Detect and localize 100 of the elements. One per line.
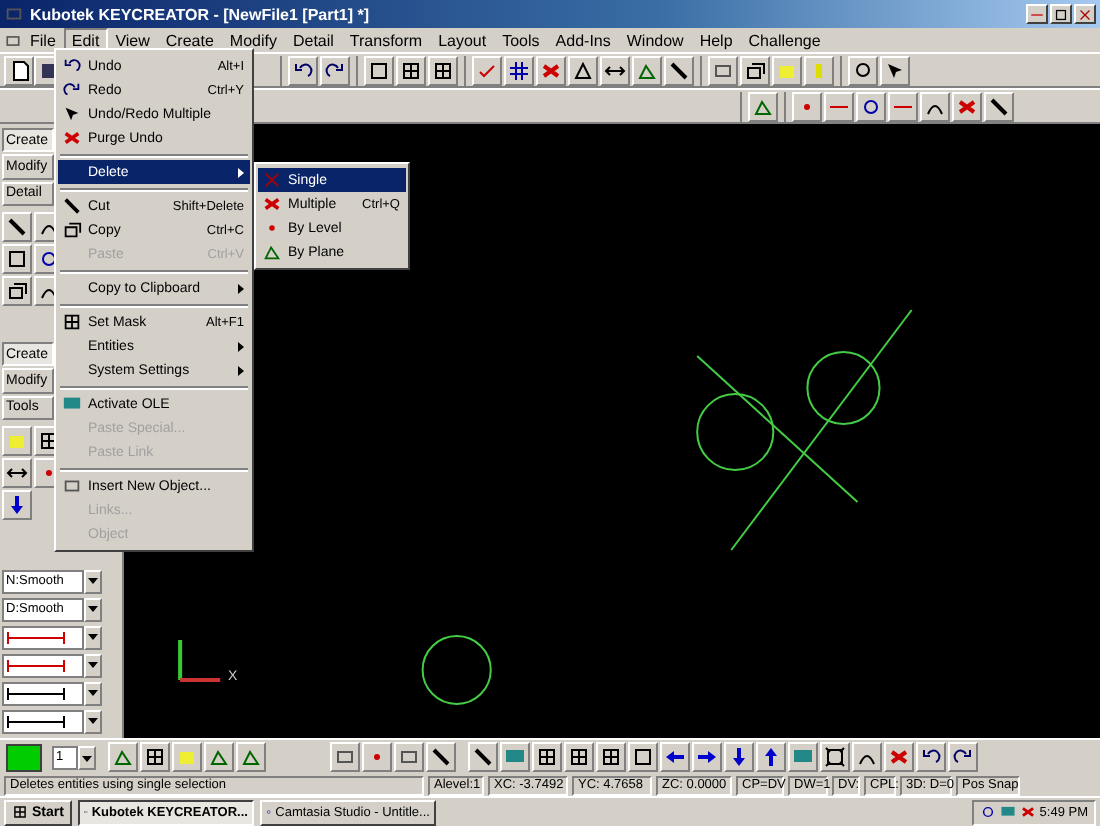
menu-item[interactable]: Add-Ins <box>547 27 619 53</box>
x-mark-icon <box>888 746 910 768</box>
tool-button[interactable] <box>426 742 456 772</box>
dropdown-button[interactable] <box>84 709 102 734</box>
tool-button[interactable] <box>756 742 786 772</box>
tool-button[interactable] <box>708 55 738 85</box>
line-shape[interactable] <box>730 309 913 551</box>
arrow-down-icon <box>6 493 28 516</box>
tool-button[interactable] <box>288 55 318 85</box>
tool-button[interactable] <box>204 742 234 772</box>
dropdown-button[interactable] <box>84 625 102 650</box>
shape-icon <box>636 59 658 81</box>
color-swatch[interactable] <box>6 743 42 771</box>
target-icon <box>860 95 882 117</box>
tool-button[interactable] <box>664 55 694 85</box>
arrow-down-icon <box>728 746 750 768</box>
tool-button[interactable] <box>692 742 722 772</box>
maximize-button[interactable] <box>1050 4 1072 24</box>
slash-icon <box>988 95 1010 117</box>
arrow-right-icon <box>696 746 718 768</box>
menu-item[interactable]: Layout <box>430 27 495 53</box>
menu-item[interactable]: Help <box>691 27 741 53</box>
tool-button[interactable] <box>628 742 658 772</box>
tool-button[interactable] <box>916 742 946 772</box>
menu-item[interactable]: Create <box>157 27 222 53</box>
tool-button[interactable] <box>396 55 426 85</box>
cross-icon <box>262 170 282 190</box>
tool-button[interactable] <box>468 742 498 772</box>
tool-button[interactable] <box>108 742 138 772</box>
hash-icon <box>508 59 530 81</box>
menu-item[interactable]: Modify <box>221 27 285 53</box>
tool-button[interactable] <box>4 55 34 85</box>
submenu-arrow-icon <box>238 167 244 177</box>
tool-button[interactable] <box>428 55 458 85</box>
menu-item[interactable]: View <box>107 27 158 53</box>
dropdown-button[interactable] <box>84 653 102 678</box>
menu-item[interactable]: Detail <box>284 27 342 53</box>
tool-button[interactable] <box>330 742 360 772</box>
dropdown-arrow-icon <box>88 578 98 585</box>
tool-button[interactable] <box>848 55 878 85</box>
circle-shape[interactable] <box>696 393 775 471</box>
tool-button[interactable] <box>504 55 534 85</box>
square-icon <box>6 247 28 270</box>
grid-icon <box>432 59 454 81</box>
tool-button[interactable] <box>532 742 562 772</box>
tool-button[interactable] <box>2 489 32 520</box>
tool-button[interactable] <box>856 91 886 121</box>
tool-button[interactable] <box>724 742 754 772</box>
tool-button[interactable] <box>748 91 778 121</box>
frame-icon <box>62 476 82 496</box>
menu-item[interactable]: Transform <box>341 27 431 53</box>
tool-button[interactable] <box>632 55 662 85</box>
line-shape[interactable] <box>696 355 859 503</box>
circle-shape[interactable] <box>806 351 881 425</box>
tool-button[interactable] <box>364 55 394 85</box>
menu-item[interactable]: Challenge <box>740 27 829 53</box>
tool-button[interactable] <box>596 742 626 772</box>
grid-icon <box>568 746 590 768</box>
dropdown-button[interactable] <box>84 569 102 594</box>
minimize-button[interactable] <box>1026 4 1048 24</box>
tool-button[interactable] <box>852 742 882 772</box>
submenu-arrow-icon <box>238 341 244 351</box>
menu-item[interactable]: File <box>22 27 64 53</box>
tool-button[interactable] <box>2 275 32 306</box>
dropdown-button[interactable] <box>78 746 96 770</box>
dropdown-arrow-icon <box>82 755 92 761</box>
tool-button[interactable] <box>660 742 690 772</box>
submenu-arrow-icon <box>238 365 244 375</box>
circle-shape[interactable] <box>421 635 492 705</box>
tool-button[interactable] <box>564 742 594 772</box>
shape-icon <box>208 746 230 768</box>
tool-button[interactable] <box>600 55 630 85</box>
tool-button[interactable] <box>2 211 32 242</box>
x-mark-icon <box>62 128 82 148</box>
menu-item[interactable]: Tools <box>494 27 548 53</box>
tool-button[interactable] <box>236 742 266 772</box>
tool-button[interactable] <box>394 742 424 772</box>
grid-icon <box>144 746 166 768</box>
dropdown-arrow-icon <box>88 662 98 669</box>
line-style-dropdown[interactable] <box>2 709 84 734</box>
tool-button[interactable] <box>320 55 350 85</box>
menu-item[interactable]: Window <box>618 27 692 53</box>
x-mark-icon <box>540 59 562 81</box>
tool-button[interactable] <box>948 742 978 772</box>
dropdown-button[interactable] <box>84 597 102 622</box>
tool-button[interactable] <box>984 91 1014 121</box>
tool-button[interactable] <box>140 742 170 772</box>
tool-button[interactable] <box>880 55 910 85</box>
tool-button[interactable] <box>568 55 598 85</box>
tool-button[interactable] <box>2 243 32 274</box>
tool-button[interactable] <box>2 457 32 488</box>
line-style-dropdown[interactable] <box>2 681 84 706</box>
dropdown-button[interactable] <box>84 681 102 706</box>
tool-button[interactable] <box>740 55 770 85</box>
expand-icon <box>824 746 846 768</box>
close-button[interactable] <box>1074 4 1096 24</box>
undo-icon <box>62 56 82 76</box>
tool-button[interactable] <box>820 742 850 772</box>
redo-icon <box>62 80 82 100</box>
tool-button[interactable] <box>920 91 950 121</box>
